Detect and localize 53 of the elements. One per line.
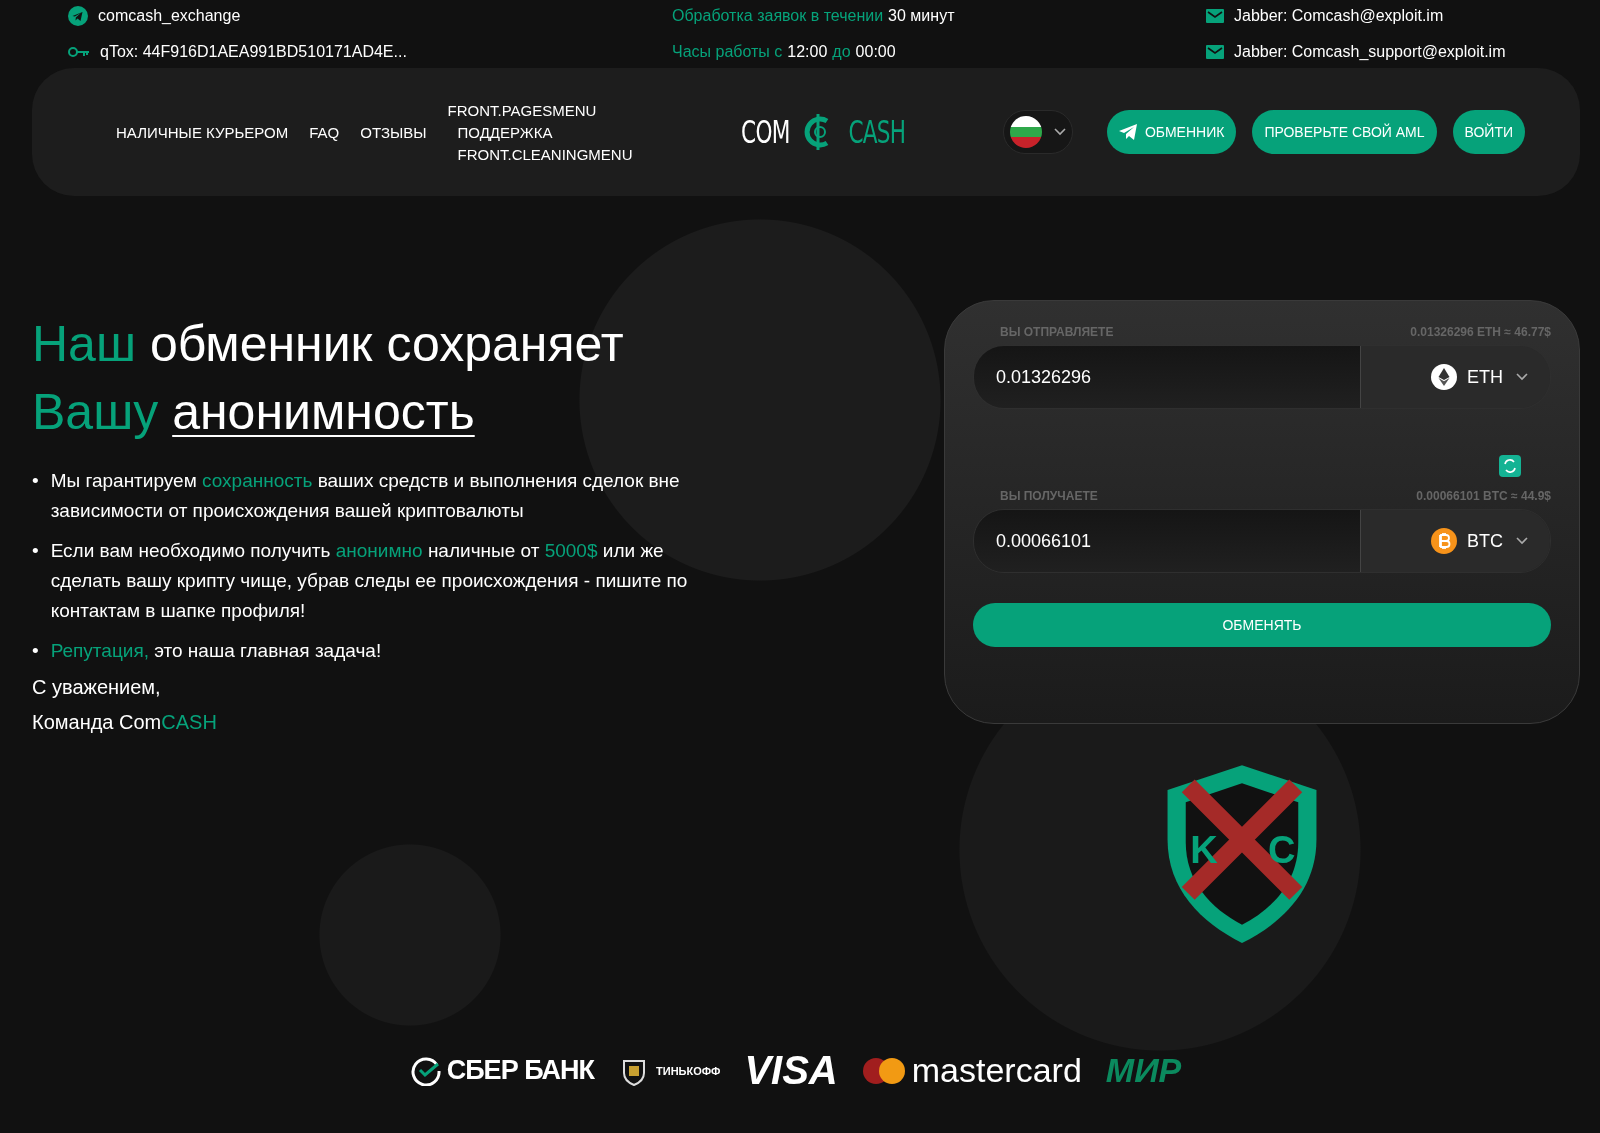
bullet-text: Репутация, это наша главная задача! <box>50 639 382 663</box>
mail-icon <box>1206 45 1224 59</box>
logo-text: CASH <box>848 113 906 151</box>
bank-logo-text: ТИНЬКОФФ <box>656 1064 721 1077</box>
chevron-down-icon <box>1053 128 1066 136</box>
bullet-marker: • <box>32 539 39 563</box>
card-logo-text: VISA <box>744 1048 838 1093</box>
headline: Наш обменник сохраняет <box>32 315 625 374</box>
key-icon <box>68 45 90 59</box>
field-label: ВЫ ОТПРАВЛЯЕТЕ <box>1000 325 1114 339</box>
rate-text: 0.01326296 ETH ≈ 46.77$ <box>1410 325 1551 339</box>
swap-icon[interactable] <box>1499 455 1521 477</box>
contact-text: comcash_exchange <box>98 7 241 25</box>
headline: Вашу анонимность <box>32 383 476 442</box>
nav-link[interactable]: НАЛИЧНЫЕ КУРЬЕРОМ <box>116 123 289 141</box>
overlapping-circles-icon <box>861 1056 906 1085</box>
bank-logo-text: СБЕР БАНК <box>446 1055 594 1086</box>
signoff-text: Команда ComCASH <box>32 711 217 733</box>
chevron-down-icon <box>1516 373 1528 381</box>
nav-link[interactable]: FRONT.PAGESMENU <box>447 101 633 119</box>
contact-text: Jabber: Comcash_support@exploit.im <box>1234 43 1506 61</box>
info-text: Часы работы с 12:00 до 00:00 <box>672 43 897 61</box>
bullet-marker: • <box>32 639 39 663</box>
badge-letter: C <box>1267 828 1296 871</box>
card-logo-text: mastercard <box>911 1051 1082 1090</box>
nav-link[interactable]: ПОДДЕРЖКА <box>447 123 633 141</box>
mail-icon <box>1206 9 1224 23</box>
currency-selector[interactable]: ETH <box>1360 346 1550 408</box>
contact-text: qTox: 44F916D1AEA991BD510171AD4E... <box>100 43 407 61</box>
rate-text: 0.00066101 BTC ≈ 44.9$ <box>1416 489 1551 503</box>
info-text: Обработка заявок в течении 30 минут <box>672 7 956 25</box>
bitcoin-icon <box>1431 528 1457 554</box>
field-label: ВЫ ПОЛУЧАЕТЕ <box>1000 489 1098 503</box>
badge-letter: K <box>1190 828 1218 871</box>
nav-link[interactable]: FAQ <box>309 123 340 141</box>
bullet-text: Если вам необходимо получить анонимно наличные от 5000$ или же сделать вашу крипту чище, убрав следы ее происхождения - пишите по контактам в шапке профиля! <box>50 539 689 623</box>
currency-selector[interactable]: BTC <box>1360 510 1550 572</box>
bullet-marker: • <box>32 469 39 493</box>
nav-link[interactable]: FRONT.CLEANINGMENU <box>447 145 633 163</box>
amount-field[interactable]: 0.00066101 BTC <box>973 509 1551 573</box>
checkmark-circle-icon <box>410 1055 441 1086</box>
logo-text: COM <box>740 113 790 151</box>
chevron-down-icon <box>1516 537 1528 545</box>
signoff-text: С уважением, <box>32 676 161 698</box>
russian-flag-icon <box>1009 116 1042 148</box>
language-selector[interactable] <box>1002 110 1073 154</box>
telegram-icon <box>68 6 88 26</box>
contact-text: Jabber: Comcash@exploit.im <box>1234 7 1444 25</box>
nav-link[interactable]: ОТЗЫВЫ <box>360 123 427 141</box>
bullet-text: Мы гарантируем сохранность ваших средств и выполнения сделок вне зависимости от происхождения вашей криптовалюты <box>50 469 681 523</box>
card-logo-text: МИР <box>1105 1051 1182 1090</box>
ethereum-icon <box>1431 364 1457 390</box>
paper-plane-icon <box>1118 124 1137 140</box>
